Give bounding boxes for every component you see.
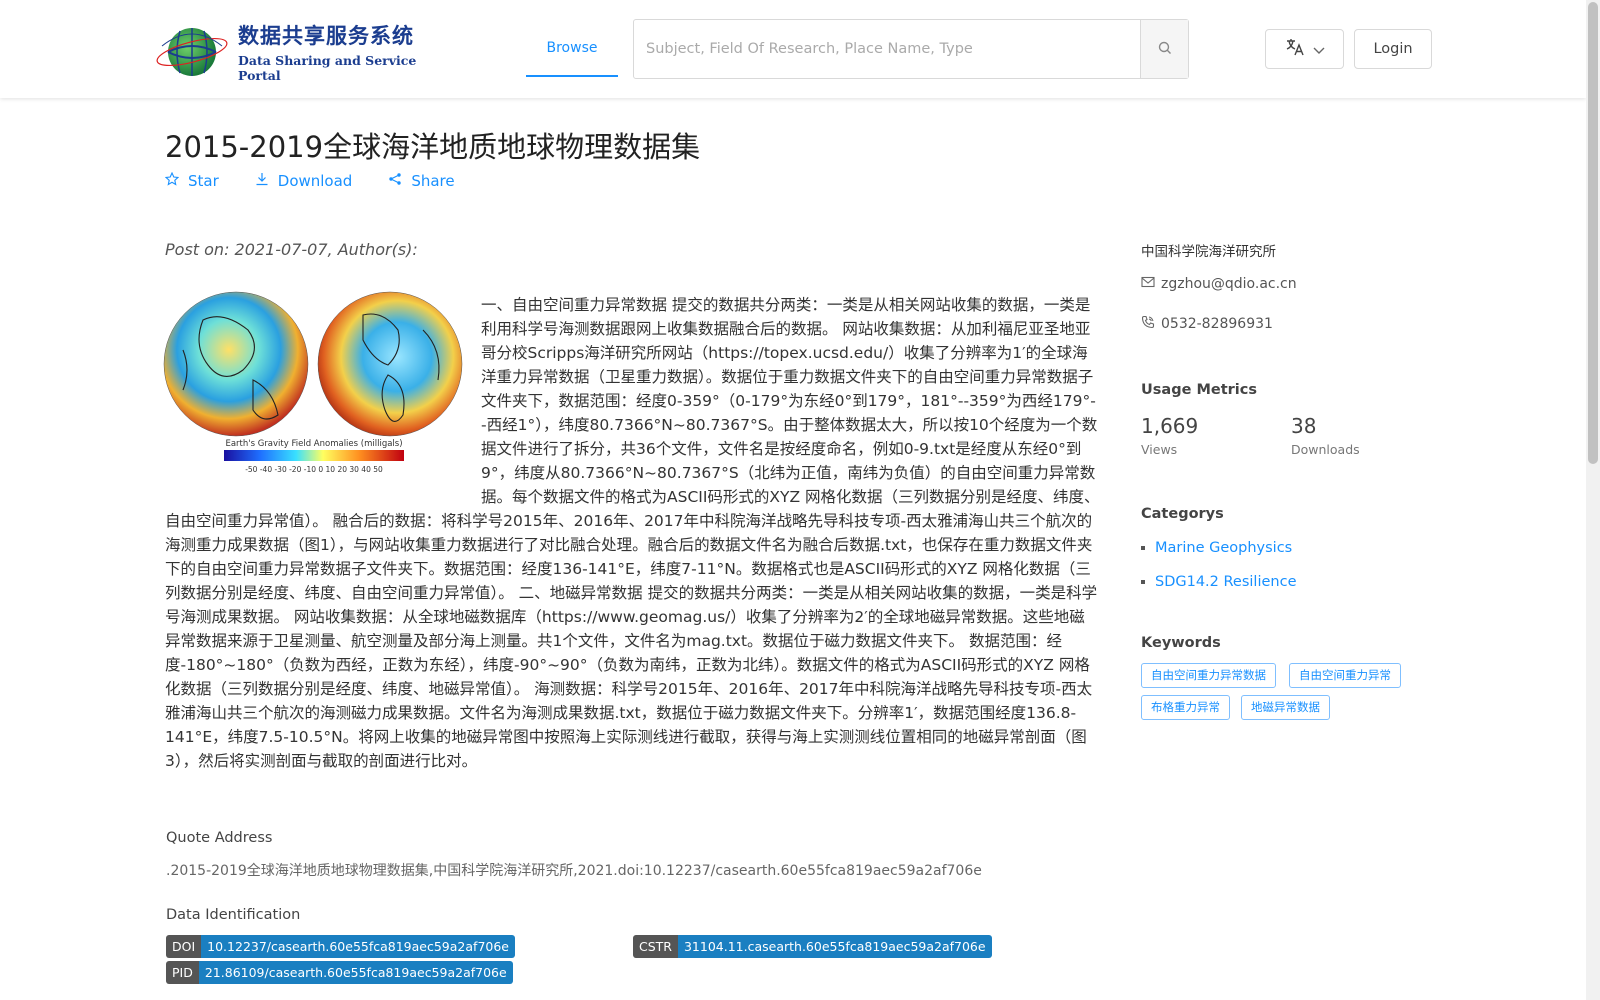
mail-icon <box>1141 276 1155 292</box>
keyword-tag[interactable]: 地磁异常数据 <box>1241 695 1330 720</box>
share-button[interactable]: Share <box>388 172 455 190</box>
keyword-tag[interactable]: 布格重力异常 <box>1141 695 1230 720</box>
download-button[interactable]: Download <box>255 172 353 190</box>
downloads-label: Downloads <box>1291 442 1360 457</box>
login-button[interactable]: Login <box>1354 29 1432 69</box>
nav-browse-tab[interactable]: Browse <box>526 18 618 77</box>
share-label: Share <box>411 172 455 190</box>
views-label: Views <box>1141 442 1178 457</box>
quote-address-heading: Quote Address <box>166 830 273 846</box>
usage-metrics-heading: Usage Metrics <box>1141 382 1257 398</box>
star-label: Star <box>188 172 219 190</box>
downloads-metric: 38 Downloads <box>1291 414 1360 457</box>
top-navigation-bar: 数据共享服务系统 Data Sharing and Service Portal… <box>0 0 1586 98</box>
keyword-tag[interactable]: 自由空间重力异常数据 <box>1141 663 1276 688</box>
keyword-tag[interactable]: 自由空间重力异常 <box>1289 663 1401 688</box>
views-count: 1,669 <box>1141 414 1199 438</box>
page-scrollbar[interactable] <box>1586 0 1600 1000</box>
category-item[interactable]: SDG14.2 Resilience <box>1141 574 1297 590</box>
star-button[interactable]: Star <box>164 171 219 190</box>
quote-address-text: .2015-2019全球海洋地质地球物理数据集,中国科学院海洋研究所,2021.… <box>166 863 982 879</box>
email-text: zgzhou@qdio.ac.cn <box>1161 276 1297 292</box>
contact-email[interactable]: zgzhou@qdio.ac.cn <box>1141 276 1297 292</box>
category-label: SDG14.2 Resilience <box>1155 574 1297 590</box>
bullet-icon <box>1141 546 1145 550</box>
globe-logo-icon <box>152 22 232 80</box>
site-logo[interactable]: 数据共享服务系统 Data Sharing and Service Portal <box>152 22 442 83</box>
download-icon <box>255 172 269 190</box>
pid-value: 21.86109/casearth.60e55fca819aec59a2af70… <box>198 961 513 984</box>
search-bar <box>633 19 1189 79</box>
cstr-key: CSTR <box>633 935 678 958</box>
contact-phone[interactable]: 0532-82896931 <box>1141 315 1273 333</box>
logo-chinese-title: 数据共享服务系统 <box>238 23 414 48</box>
dataset-title: 2015-2019全球海洋地质地球物理数据集 <box>165 130 701 164</box>
scrollbar-thumb[interactable] <box>1588 2 1598 464</box>
doi-badge[interactable]: DOI 10.12237/casearth.60e55fca819aec59a2… <box>166 935 515 958</box>
institution-name: 中国科学院海洋研究所 <box>1141 244 1276 260</box>
dataset-description: 一、自由空间重力异常数据 提交的数据共分两类：一类是从相关网站收集的数据，一类是… <box>165 293 1100 773</box>
doi-value: 10.12237/casearth.60e55fca819aec59a2af70… <box>201 935 515 958</box>
logo-english-title: Data Sharing and Service Portal <box>238 52 417 83</box>
keywords-heading: Keywords <box>1141 635 1221 651</box>
star-icon <box>164 171 180 190</box>
pid-badge[interactable]: PID 21.86109/casearth.60e55fca819aec59a2… <box>166 961 513 984</box>
doi-key: DOI <box>166 935 202 958</box>
cstr-value: 31104.11.casearth.60e55fca819aec59a2af70… <box>677 935 992 958</box>
download-label: Download <box>277 172 353 190</box>
post-date-author: Post on: 2021-07-07, Author(s): <box>165 240 418 259</box>
downloads-count: 38 <box>1291 414 1317 438</box>
category-label: Marine Geophysics <box>1155 540 1293 556</box>
translate-icon <box>1285 38 1305 60</box>
cstr-badge[interactable]: CSTR 31104.11.casearth.60e55fca819aec59a… <box>633 935 992 958</box>
phone-text: 0532-82896931 <box>1161 316 1273 332</box>
search-input[interactable] <box>634 20 1140 78</box>
categories-heading: Categorys <box>1141 506 1224 522</box>
category-item[interactable]: Marine Geophysics <box>1141 540 1292 556</box>
pid-key: PID <box>166 961 199 984</box>
chevron-down-icon <box>1313 40 1325 59</box>
views-metric: 1,669 Views <box>1141 414 1198 457</box>
dataset-actions: Star Download Share <box>164 171 455 190</box>
bullet-icon <box>1141 580 1145 584</box>
data-identification-heading: Data Identification <box>166 907 301 923</box>
share-icon <box>388 172 402 190</box>
search-icon <box>1158 40 1172 59</box>
language-switch-button[interactable] <box>1265 29 1344 69</box>
phone-icon <box>1141 315 1155 333</box>
search-button[interactable] <box>1140 20 1188 78</box>
